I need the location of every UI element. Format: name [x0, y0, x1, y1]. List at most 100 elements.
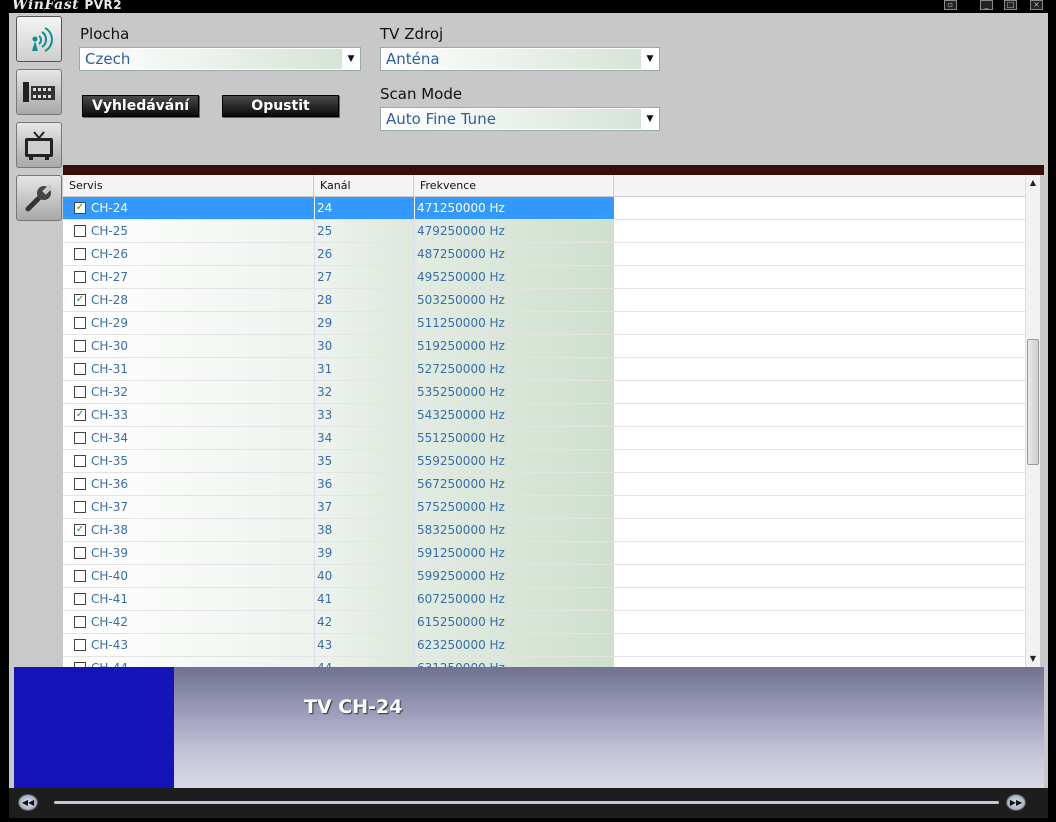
cell-frekvence: 599250000 Hz: [414, 565, 614, 587]
channel-checkbox[interactable]: [74, 478, 86, 490]
close-button[interactable]: ×: [1030, 0, 1043, 10]
scrollbar-thumb[interactable]: [1027, 339, 1039, 465]
table-row[interactable]: CH-27 27 495250000 Hz: [63, 266, 1025, 289]
table-row[interactable]: CH-41 41 607250000 Hz: [63, 588, 1025, 611]
fast-forward-icon[interactable]: ▶▶: [1006, 794, 1026, 811]
minimize-button[interactable]: _: [980, 0, 993, 10]
cell-servis: CH-27: [63, 266, 314, 288]
sidebar-item-signal[interactable]: [16, 16, 62, 62]
table-row[interactable]: CH-42 42 615250000 Hz: [63, 611, 1025, 634]
mini-mode-button[interactable]: ▫: [944, 0, 957, 10]
cell-frekvence: 511250000 Hz: [414, 312, 614, 334]
rewind-icon[interactable]: ◀◀: [18, 794, 38, 811]
frequency-value: 503250000 Hz: [417, 293, 505, 307]
app-title: WinFast: [12, 0, 80, 13]
column-header-servis[interactable]: Servis: [63, 175, 314, 196]
frequency-value: 511250000 Hz: [417, 316, 505, 330]
channel-checkbox[interactable]: [74, 639, 86, 651]
cell-kanal: 36: [314, 473, 414, 495]
channel-checkbox[interactable]: [74, 455, 86, 467]
channel-checkbox[interactable]: [74, 317, 86, 329]
table-row[interactable]: CH-32 32 535250000 Hz: [63, 381, 1025, 404]
service-name: CH-27: [91, 270, 129, 284]
sidebar-item-recordings[interactable]: [16, 69, 62, 115]
channel-checkbox[interactable]: [74, 593, 86, 605]
scroll-down-icon[interactable]: ▼: [1026, 652, 1040, 666]
channel-checkbox[interactable]: [74, 501, 86, 513]
table-row[interactable]: ✓ CH-38 38 583250000 Hz: [63, 519, 1025, 542]
channel-checkbox[interactable]: ✓: [74, 294, 86, 306]
cell-frekvence: 583250000 Hz: [414, 519, 614, 541]
channel-checkbox[interactable]: [74, 363, 86, 375]
cell-kanal: 29: [314, 312, 414, 334]
column-header-kanal[interactable]: Kanál: [314, 175, 414, 196]
tv-zdroj-label: TV Zdroj: [380, 25, 444, 43]
table-row[interactable]: ✓ CH-33 33 543250000 Hz: [63, 404, 1025, 427]
cell-servis: CH-35: [63, 450, 314, 472]
table-scrollbar[interactable]: ▲ ▼: [1025, 175, 1040, 667]
table-row[interactable]: CH-29 29 511250000 Hz: [63, 312, 1025, 335]
cell-kanal: 37: [314, 496, 414, 518]
channel-checkbox[interactable]: [74, 248, 86, 260]
channel-number: 42: [317, 615, 333, 629]
scan-mode-select[interactable]: Auto Fine Tune ▼: [380, 107, 660, 131]
table-row[interactable]: CH-44 44 631250000 Hz: [63, 657, 1025, 667]
maximize-button[interactable]: □: [1004, 0, 1017, 10]
channel-checkbox[interactable]: ✓: [74, 524, 86, 536]
frequency-value: 543250000 Hz: [417, 408, 505, 422]
table-row[interactable]: CH-34 34 551250000 Hz: [63, 427, 1025, 450]
panel-divider: [63, 165, 1044, 175]
sidebar-item-settings[interactable]: [16, 175, 62, 221]
channel-checkbox[interactable]: [74, 386, 86, 398]
frequency-value: 519250000 Hz: [417, 339, 505, 353]
cell-kanal: 26: [314, 243, 414, 265]
cell-kanal: 25: [314, 220, 414, 242]
plocha-select[interactable]: Czech ▼: [79, 47, 361, 71]
cell-frekvence: 559250000 Hz: [414, 450, 614, 472]
sidebar-item-tv[interactable]: [16, 122, 62, 168]
table-row[interactable]: CH-30 30 519250000 Hz: [63, 335, 1025, 358]
channel-number: 37: [317, 500, 333, 514]
table-row[interactable]: CH-36 36 567250000 Hz: [63, 473, 1025, 496]
frequency-value: 591250000 Hz: [417, 546, 505, 560]
scroll-up-icon[interactable]: ▲: [1026, 176, 1040, 190]
plocha-label: Plocha: [80, 25, 130, 43]
app-logo: WinFast PVR2: [12, 0, 122, 13]
table-row[interactable]: CH-43 43 623250000 Hz: [63, 634, 1025, 657]
channel-checkbox[interactable]: [74, 432, 86, 444]
table-row[interactable]: CH-39 39 591250000 Hz: [63, 542, 1025, 565]
channel-checkbox[interactable]: [74, 547, 86, 559]
channel-checkbox[interactable]: [74, 225, 86, 237]
cell-servis: CH-25: [63, 220, 314, 242]
channel-checkbox[interactable]: ✓: [74, 202, 86, 214]
table-row[interactable]: CH-35 35 559250000 Hz: [63, 450, 1025, 473]
channel-checkbox[interactable]: [74, 271, 86, 283]
table-row[interactable]: CH-26 26 487250000 Hz: [63, 243, 1025, 266]
channel-checkbox[interactable]: [74, 340, 86, 352]
channel-number: 31: [317, 362, 333, 376]
table-row[interactable]: CH-40 40 599250000 Hz: [63, 565, 1025, 588]
film-icon: [23, 82, 55, 102]
video-preview[interactable]: [14, 667, 174, 788]
seek-slider[interactable]: [54, 801, 999, 804]
channel-checkbox[interactable]: [74, 570, 86, 582]
chevron-down-icon[interactable]: ▼: [641, 48, 659, 70]
table-row[interactable]: ✓ CH-28 28 503250000 Hz: [63, 289, 1025, 312]
cell-frekvence: 567250000 Hz: [414, 473, 614, 495]
channel-checkbox[interactable]: ✓: [74, 409, 86, 421]
service-name: CH-39: [91, 546, 129, 560]
cell-kanal: 43: [314, 634, 414, 656]
search-button[interactable]: Vyhledávání: [82, 95, 199, 117]
column-header-frekvence[interactable]: Frekvence: [414, 175, 614, 196]
table-row[interactable]: CH-25 25 479250000 Hz: [63, 220, 1025, 243]
chevron-down-icon[interactable]: ▼: [342, 48, 360, 70]
chevron-down-icon[interactable]: ▼: [641, 108, 659, 130]
channel-checkbox[interactable]: [74, 616, 86, 628]
table-row[interactable]: ✓ CH-24 24 471250000 Hz: [63, 197, 1025, 220]
table-row[interactable]: CH-37 37 575250000 Hz: [63, 496, 1025, 519]
cell-servis: CH-42: [63, 611, 314, 633]
exit-button[interactable]: Opustit: [222, 95, 339, 117]
table-row[interactable]: CH-31 31 527250000 Hz: [63, 358, 1025, 381]
channel-number: 41: [317, 592, 333, 606]
tv-zdroj-select[interactable]: Anténa ▼: [380, 47, 660, 71]
